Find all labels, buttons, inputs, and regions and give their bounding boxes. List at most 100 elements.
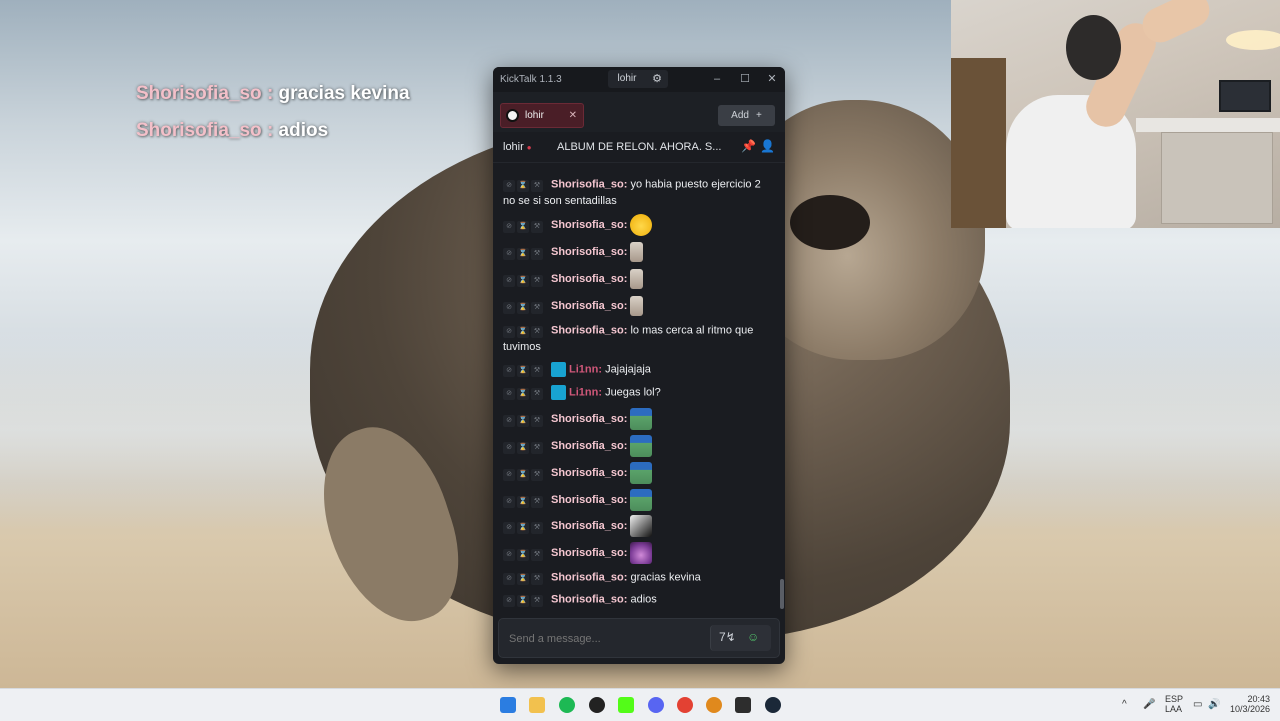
timeout-icon[interactable]: ⊘ [503,388,515,400]
hammer-icon[interactable]: ⚒ [531,247,543,260]
timeout-icon[interactable]: ⊘ [503,301,515,314]
close-window-icon[interactable]: ✕ [763,71,781,87]
ban-icon[interactable]: ⌛ [517,573,529,585]
file-explorer-icon[interactable] [529,697,545,713]
hammer-icon[interactable]: ⚒ [531,274,543,287]
timeout-icon[interactable]: ⊘ [503,495,515,508]
user-icon[interactable]: 👤 [760,139,775,153]
discord-icon[interactable] [648,697,664,713]
network-icon[interactable]: ▭ [1193,699,1202,710]
timeout-icon[interactable]: ⊘ [503,441,515,454]
minimize-icon[interactable]: – [708,71,726,87]
windows-start-icon[interactable] [500,697,516,713]
chat-username[interactable]: Shorisofia_so: [551,324,627,336]
emote-bw-icon[interactable] [630,515,653,537]
ban-icon[interactable]: ⌛ [517,495,529,508]
chat-username[interactable]: Shorisofia_so: [551,300,627,312]
ban-icon[interactable]: ⌛ [517,274,529,287]
translate-icon[interactable]: 7↯ [719,630,736,644]
hammer-icon[interactable]: ⚒ [531,180,543,192]
chat-username[interactable]: Shorisofia_so: [551,246,627,258]
hammer-icon[interactable]: ⚒ [531,365,543,377]
stream-channel-name[interactable]: lohir ● [503,141,532,153]
timeout-icon[interactable]: ⊘ [503,180,515,192]
add-channel-button[interactable]: Add + [718,105,775,126]
hammer-icon[interactable]: ⚒ [531,326,543,338]
emote-yellow-icon[interactable] [630,214,653,236]
emote-pepe-icon[interactable] [630,489,653,511]
emote-gray-icon[interactable] [630,242,644,262]
hammer-icon[interactable]: ⚒ [531,441,543,454]
timeout-icon[interactable]: ⊘ [503,548,515,561]
maximize-icon[interactable]: ☐ [736,71,754,87]
message-input[interactable] [507,619,701,659]
tray-chevron-icon[interactable]: ^ [1122,699,1127,710]
close-tab-icon[interactable]: ✕ [569,110,577,121]
timeout-icon[interactable]: ⊘ [503,220,515,233]
emote-pepe-icon[interactable] [630,408,653,430]
ban-icon[interactable]: ⌛ [517,595,529,607]
obs-icon[interactable] [589,697,605,713]
ban-icon[interactable]: ⌛ [517,247,529,260]
hammer-icon[interactable]: ⚒ [531,548,543,561]
chat-username[interactable]: Shorisofia_so: [551,571,627,583]
chat-username[interactable]: Shorisofia_so: [551,593,627,605]
ban-icon[interactable]: ⌛ [517,548,529,561]
epic-games-icon[interactable] [735,697,751,713]
kick-icon[interactable] [618,697,634,713]
microphone-icon[interactable]: 🎤 [1143,699,1155,710]
pin-icon[interactable]: 📌 [741,139,756,153]
clock[interactable]: 20:43 10/3/2026 [1230,694,1270,714]
chrome-icon[interactable] [677,697,693,713]
hammer-icon[interactable]: ⚒ [531,573,543,585]
timeout-icon[interactable]: ⊘ [503,274,515,287]
emote-pepe-icon[interactable] [630,462,653,484]
ban-icon[interactable]: ⌛ [517,180,529,192]
ban-icon[interactable]: ⌛ [517,365,529,377]
chat-username[interactable]: Shorisofia_so: [551,219,627,231]
timeout-icon[interactable]: ⊘ [503,521,515,534]
hammer-icon[interactable]: ⚒ [531,301,543,314]
emote-picker-icon[interactable]: ☺ [747,630,759,644]
browser-icon[interactable] [706,697,722,713]
chat-username[interactable]: Shorisofia_so: [551,178,627,190]
ban-icon[interactable]: ⌛ [517,326,529,338]
hammer-icon[interactable]: ⚒ [531,388,543,400]
hammer-icon[interactable]: ⚒ [531,595,543,607]
chat-username[interactable]: Li1nn: [569,363,602,375]
hammer-icon[interactable]: ⚒ [531,468,543,481]
timeout-icon[interactable]: ⊘ [503,326,515,338]
chat-username[interactable]: Shorisofia_so: [551,467,627,479]
ban-icon[interactable]: ⌛ [517,414,529,427]
timeout-icon[interactable]: ⊘ [503,468,515,481]
chat-username[interactable]: Shorisofia_so: [551,440,627,452]
chat-username[interactable]: Shorisofia_so: [551,520,627,532]
hammer-icon[interactable]: ⚒ [531,521,543,534]
current-user-button[interactable]: lohir [608,70,646,88]
volume-icon[interactable]: 🔊 [1208,699,1220,710]
ban-icon[interactable]: ⌛ [517,388,529,400]
chat-username[interactable]: Shorisofia_so: [551,494,627,506]
ban-icon[interactable]: ⌛ [517,301,529,314]
chat-scrollbar[interactable] [780,579,784,609]
chat-username[interactable]: Shorisofia_so: [551,413,627,425]
emote-purple-icon[interactable] [630,542,653,564]
language-indicator[interactable]: ESP LAA [1165,694,1183,714]
ban-icon[interactable]: ⌛ [517,468,529,481]
ban-icon[interactable]: ⌛ [517,441,529,454]
emote-gray-icon[interactable] [630,269,644,289]
channel-tab-lohir[interactable]: lohir ✕ [500,103,584,128]
emote-pepe-icon[interactable] [630,435,653,457]
spotify-icon[interactable] [559,697,575,713]
steam-icon[interactable] [765,697,781,713]
ban-icon[interactable]: ⌛ [517,521,529,534]
ban-icon[interactable]: ⌛ [517,220,529,233]
chat-username[interactable]: Shorisofia_so: [551,547,627,559]
chat-username[interactable]: Li1nn: [569,386,602,398]
hammer-icon[interactable]: ⚒ [531,220,543,233]
timeout-icon[interactable]: ⊘ [503,365,515,377]
timeout-icon[interactable]: ⊘ [503,595,515,607]
hammer-icon[interactable]: ⚒ [531,414,543,427]
timeout-icon[interactable]: ⊘ [503,247,515,260]
emote-gray-icon[interactable] [630,296,644,316]
